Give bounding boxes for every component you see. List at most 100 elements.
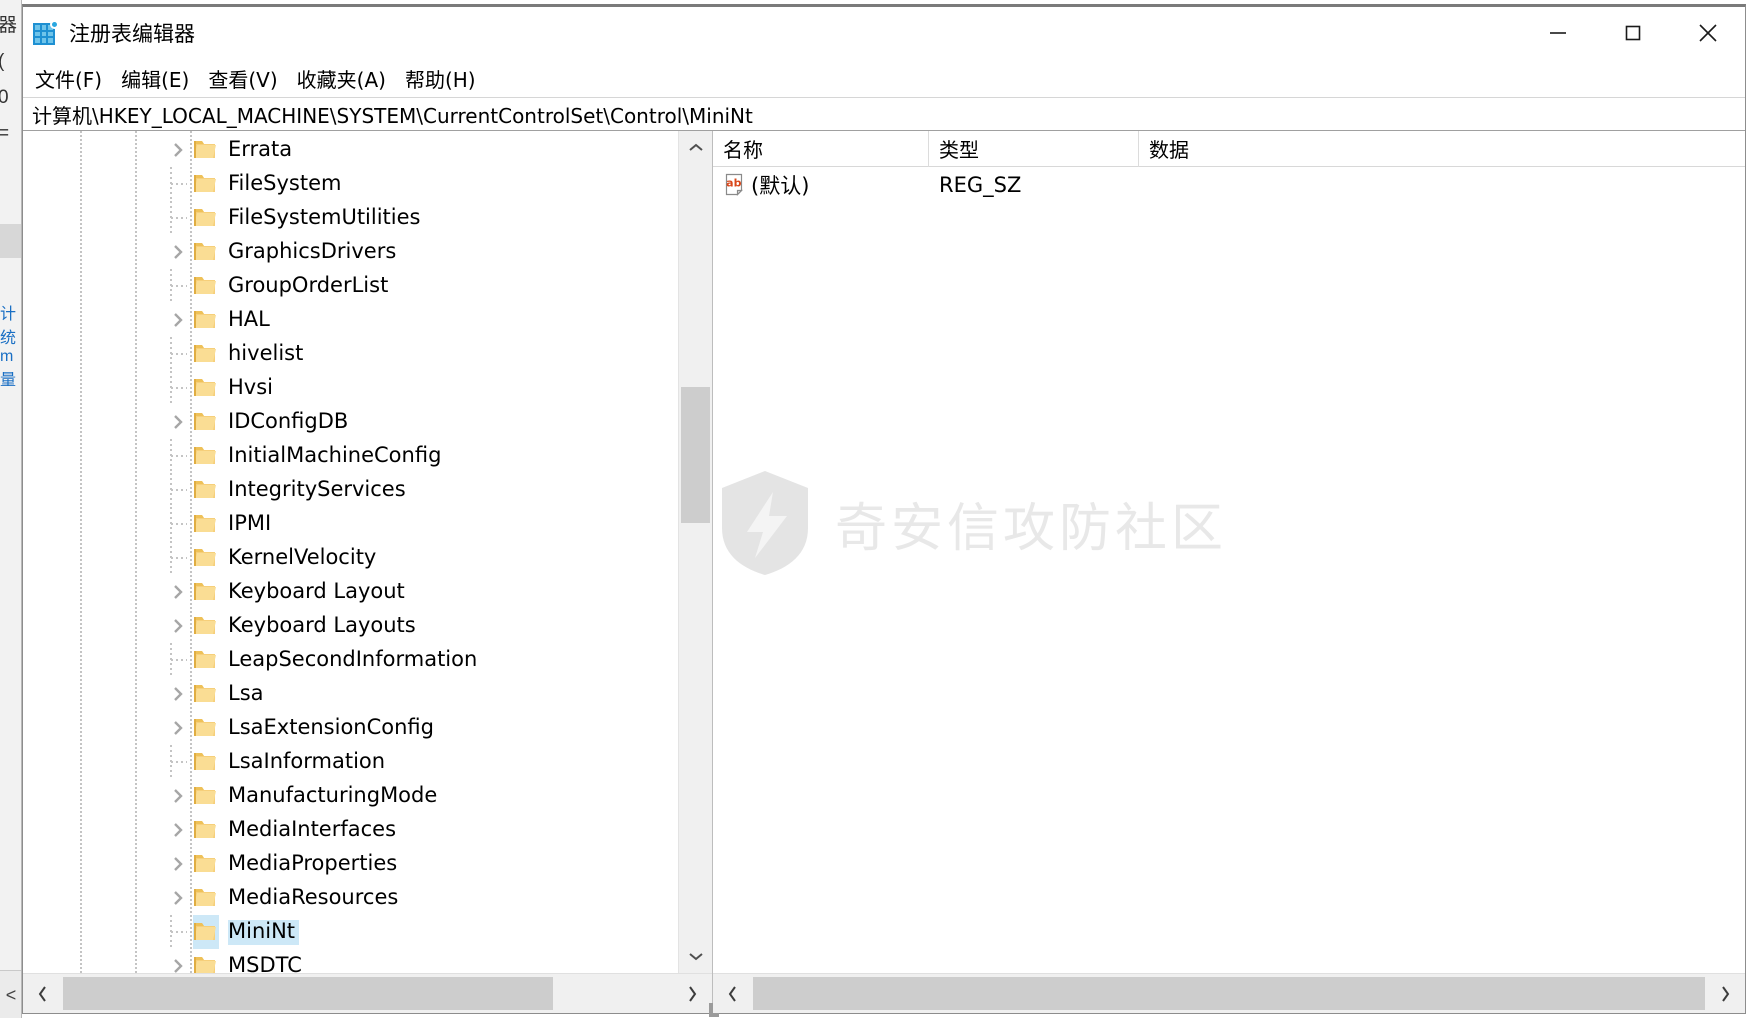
tree-item-ipmi[interactable]: IPMI [23, 507, 678, 541]
chevron-right-icon[interactable] [163, 405, 193, 439]
tree-scroll-thumb[interactable] [681, 387, 710, 523]
value-type-cell: REG_SZ [939, 173, 1022, 197]
column-header-data-label: 数据 [1149, 138, 1189, 162]
tree-item-kernelvelocity[interactable]: KernelVelocity [23, 541, 678, 575]
chevron-right-icon[interactable] [163, 303, 193, 337]
tree-item-keyboard-layouts[interactable]: Keyboard Layouts [23, 609, 678, 643]
tree-item-initialmachineconfig[interactable]: InitialMachineConfig [23, 439, 678, 473]
values-hscroll-right-button[interactable] [1705, 974, 1745, 1014]
chevron-right-icon[interactable] [163, 881, 193, 915]
tree-item-integrityservices[interactable]: IntegrityServices [23, 473, 678, 507]
key-tree[interactable]: Errata FileSystem FileSystemUtilities Graph… [23, 131, 678, 973]
values-hscroll-left-button[interactable] [713, 974, 753, 1014]
folder-icon [193, 269, 219, 303]
tree-scroll-track[interactable] [679, 165, 712, 939]
tree-item-label: hivelist [228, 340, 304, 365]
tree-item-lsa[interactable]: Lsa [23, 677, 678, 711]
tree-item-label: InitialMachineConfig [228, 442, 442, 467]
chevron-right-icon[interactable] [163, 711, 193, 745]
tree-item-label: IDConfigDB [228, 408, 349, 433]
watermark-text: 奇安信攻防社区 [835, 498, 1228, 559]
column-header-type[interactable]: 类型 [929, 130, 1139, 167]
tree-item-filesystemutilities[interactable]: FileSystemUtilities [23, 201, 678, 235]
chevron-right-icon[interactable] [163, 575, 193, 609]
tree-connector [163, 201, 193, 235]
folder-icon [193, 337, 219, 371]
folder-icon [193, 575, 219, 609]
values-list[interactable]: ab (默认) REG_SZ 奇安信攻防社区 [713, 167, 1745, 973]
tree-hscroll-track[interactable] [63, 974, 672, 1013]
tree-item-label: FileSystemUtilities [228, 204, 421, 229]
folder-icon [193, 847, 219, 881]
values-hscroll-thumb[interactable] [753, 977, 1705, 1010]
tree-vertical-scrollbar[interactable] [678, 131, 712, 973]
column-header-name[interactable]: 名称 [713, 130, 929, 167]
tree-item-mediaresources[interactable]: MediaResources [23, 881, 678, 915]
folder-icon [193, 745, 219, 779]
tree-item-label: Keyboard Layouts [228, 612, 416, 637]
tree-item-lsainformation[interactable]: LsaInformation [23, 745, 678, 779]
tree-connector [163, 643, 193, 677]
chevron-right-icon[interactable] [163, 133, 193, 167]
background-window-scroll-left-arrow[interactable]: < [0, 970, 21, 1018]
menu-item-favorites[interactable]: 收藏夹(A) [297, 62, 395, 95]
tree-scroll-up-button[interactable] [679, 131, 712, 165]
tree-scroll-down-button[interactable] [679, 939, 712, 973]
tree-item-label: LsaExtensionConfig [228, 714, 434, 739]
menu-item-file[interactable]: 文件(F) [35, 62, 111, 95]
chevron-left-icon [728, 985, 736, 1002]
tree-item-lsaextensionconfig[interactable]: LsaExtensionConfig [23, 711, 678, 745]
window-title: 注册表编辑器 [69, 22, 195, 46]
menu-item-edit[interactable]: 编辑(E) [121, 62, 198, 95]
tree-item-mediainterfaces[interactable]: MediaInterfaces [23, 813, 678, 847]
tree-item-label: MediaProperties [228, 850, 398, 875]
tree-item-graphicsdrivers[interactable]: GraphicsDrivers [23, 235, 678, 269]
folder-icon [193, 167, 219, 201]
background-window-strip: 器 ( 0 = 计 统 m 量 < [0, 0, 22, 1018]
tree-item-hal[interactable]: HAL [23, 303, 678, 337]
chevron-right-icon[interactable] [163, 813, 193, 847]
folder-icon [193, 949, 219, 973]
string-value-icon: ab [723, 172, 749, 198]
tree-item-label: Errata [228, 136, 293, 161]
tree-horizontal-scrollbar[interactable] [23, 973, 712, 1013]
tree-item-msdtc[interactable]: MSDTC [23, 949, 678, 973]
values-horizontal-scrollbar[interactable] [713, 973, 1745, 1013]
chevron-right-icon[interactable] [163, 677, 193, 711]
minimize-button[interactable] [1520, 7, 1595, 59]
table-row[interactable]: ab (默认) REG_SZ [713, 167, 1745, 203]
chevron-right-icon[interactable] [163, 949, 193, 973]
maximize-button[interactable] [1595, 7, 1670, 59]
close-icon [1698, 24, 1717, 42]
tree-item-label: ManufacturingMode [228, 782, 438, 807]
tree-item-minint[interactable]: MiniNt [23, 915, 678, 949]
tree-item-mediaproperties[interactable]: MediaProperties [23, 847, 678, 881]
chevron-right-icon[interactable] [163, 235, 193, 269]
tree-item-keyboard-layout[interactable]: Keyboard Layout [23, 575, 678, 609]
chevron-right-icon[interactable] [163, 847, 193, 881]
address-bar[interactable]: 计算机\HKEY_LOCAL_MACHINE\SYSTEM\CurrentCon… [23, 97, 1745, 131]
chevron-right-icon[interactable] [163, 609, 193, 643]
close-button[interactable] [1670, 7, 1745, 59]
tree-hscroll-right-button[interactable] [672, 974, 712, 1014]
chevron-right-icon[interactable] [163, 779, 193, 813]
tree-item-idconfigdb[interactable]: IDConfigDB [23, 405, 678, 439]
tree-item-grouporderlist[interactable]: GroupOrderList [23, 269, 678, 303]
tree-item-filesystem[interactable]: FileSystem [23, 167, 678, 201]
tree-item-leapsecondinformation[interactable]: LeapSecondInformation [23, 643, 678, 677]
tree-hscroll-thumb[interactable] [63, 977, 553, 1010]
tree-item-manufacturingmode[interactable]: ManufacturingMode [23, 779, 678, 813]
values-hscroll-track[interactable] [753, 974, 1705, 1013]
content-panes: Errata FileSystem FileSystemUtilities Graph… [23, 130, 1745, 1017]
tree-connector [163, 507, 193, 541]
tree-item-label: IntegrityServices [228, 476, 406, 501]
column-header-data[interactable]: 数据 [1139, 131, 1739, 167]
tree-item-hvsi[interactable]: Hvsi [23, 371, 678, 405]
tree-hscroll-left-button[interactable] [23, 974, 63, 1014]
tree-item-errata[interactable]: Errata [23, 133, 678, 167]
menu-item-view[interactable]: 查看(V) [208, 62, 286, 95]
folder-icon [193, 235, 219, 269]
folder-icon [193, 133, 219, 167]
tree-item-hivelist[interactable]: hivelist [23, 337, 678, 371]
menu-item-help[interactable]: 帮助(H) [405, 62, 485, 95]
